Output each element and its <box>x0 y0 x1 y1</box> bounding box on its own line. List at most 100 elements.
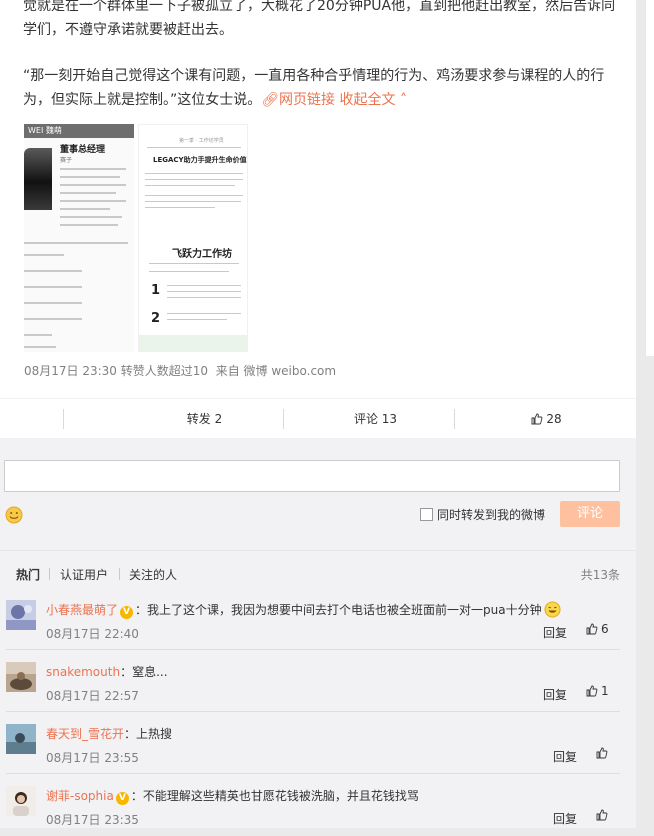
collapse-link[interactable]: 收起全文 ˄ <box>340 92 407 108</box>
share-count: 转赞人数超过10 <box>120 364 209 378</box>
avatar[interactable] <box>6 724 36 754</box>
portrait-photo <box>24 148 52 210</box>
text-line <box>145 185 235 186</box>
thumb-up-icon <box>596 809 608 821</box>
text-line <box>24 346 56 348</box>
chevron-up-icon: ˄ <box>395 92 407 108</box>
divider <box>63 409 64 429</box>
text-line <box>167 285 241 286</box>
text-line <box>145 207 215 208</box>
reply-button[interactable]: 回复 <box>543 686 567 703</box>
thumb-up-icon <box>531 413 543 425</box>
comment-button[interactable]: 评论 13 <box>296 399 455 439</box>
comment-like-button[interactable] <box>596 808 611 822</box>
post-card: 觉就是在一个群体里一下子被孤立了，大概花了20分钟PUA他，直到把他赶出教室，然… <box>0 0 636 828</box>
text-line <box>24 318 82 320</box>
text-line <box>60 200 126 202</box>
text-line <box>24 242 128 244</box>
sync-repost-checkbox[interactable] <box>420 508 433 521</box>
post-image-workshop[interactable]: 第一季 · 工作坊学员 LEGACY助力手提升生命价值 飞跃力工作坊 1 2 <box>138 124 248 352</box>
comment-like-button[interactable]: 6 <box>586 622 609 636</box>
text-line <box>145 195 243 196</box>
text-line <box>60 216 122 218</box>
repost-button[interactable]: 转发 2 <box>125 399 284 439</box>
comment-time: 08月17日 22:57 <box>46 689 139 703</box>
image-title: 董事总经理 <box>60 145 106 155</box>
text-line <box>24 270 82 272</box>
comment-like-button[interactable] <box>596 746 611 760</box>
day-number: 2 <box>151 311 161 326</box>
text-line <box>60 184 126 186</box>
text-line <box>167 291 241 292</box>
web-link[interactable]: 🔗︎网页链接 <box>261 92 335 108</box>
text-line <box>145 173 243 174</box>
emoji-grin-icon <box>544 601 561 618</box>
image-header-bar: WEI 魏萌 <box>24 124 134 138</box>
comment-username[interactable]: 小春燕最萌了 <box>46 603 118 617</box>
post-source[interactable]: 微博 weibo.com <box>244 364 337 378</box>
reply-button[interactable]: 回复 <box>553 810 577 827</box>
comment-time: 08月17日 22:40 <box>46 627 139 641</box>
like-button[interactable]: 28 <box>467 399 626 439</box>
post-image-profile[interactable]: WEI 魏萌 董事总经理 赛子 <box>24 124 134 352</box>
comment-time: 08月17日 23:55 <box>46 751 139 765</box>
emoji-smile-icon[interactable] <box>5 506 23 524</box>
post-paragraph-quote: “那一刻开始自己觉得这个课有问题，一直用各种合乎情理的行为、鸡汤要求参与课程的人… <box>23 68 605 108</box>
text-line <box>60 208 110 210</box>
text-line <box>60 168 126 170</box>
text-line <box>60 224 118 226</box>
avatar[interactable] <box>6 600 36 630</box>
comment-input[interactable] <box>4 460 620 492</box>
comment-like-button[interactable]: 1 <box>586 684 609 698</box>
divider <box>283 409 284 429</box>
post-body: 觉就是在一个群体里一下子被孤立了，大概花了20分钟PUA他，直到把他赶出教室，然… <box>23 0 623 134</box>
text-line <box>145 201 241 202</box>
right-column <box>645 0 654 356</box>
divider <box>454 409 455 429</box>
thumb-up-icon <box>586 623 598 635</box>
collect-button[interactable]: 收藏 <box>0 399 64 439</box>
link-icon: 🔗︎ <box>261 92 280 108</box>
comment-section: 同时转发到我的微博 评论 热门 认证用户 关注的人 共13条 小春燕最萌了 V ：我… <box>0 438 636 828</box>
comment-username[interactable]: snakemouth <box>46 665 120 679</box>
text-line <box>24 286 82 288</box>
comment-text: 小春燕最萌了 V ：我上了这个课，我因为想要中间去打个电话也被全班面前一对一pua十… <box>46 601 561 619</box>
text-line <box>24 302 82 304</box>
tab-divider <box>119 568 120 580</box>
workshop-title: 飞跃力工作坊 <box>172 249 232 260</box>
thumb-up-icon <box>586 685 598 697</box>
avatar[interactable] <box>6 662 36 692</box>
thumb-up-icon <box>596 747 608 759</box>
comment-username[interactable]: 谢菲-sophia <box>46 789 114 803</box>
image-top-text: 第一季 · 工作坊学员 <box>179 138 224 144</box>
weibo-page: 觉就是在一个群体里一下子被孤立了，大概花了20分钟PUA他，直到把他赶出教室，然… <box>0 0 654 828</box>
text-line <box>149 271 229 272</box>
reply-button[interactable]: 回复 <box>543 624 567 641</box>
text-line <box>60 192 116 194</box>
tab-hot[interactable]: 热门 <box>16 566 40 583</box>
tab-divider <box>49 568 50 580</box>
day-number: 1 <box>151 283 161 298</box>
image-footer <box>139 335 247 351</box>
post-time[interactable]: 08月17日 23:30 <box>24 364 117 378</box>
comment-text: 春天到_雪花开：上热搜 <box>46 727 173 741</box>
text-line <box>60 176 120 178</box>
text-line <box>24 334 52 336</box>
reply-button[interactable]: 回复 <box>553 748 577 765</box>
sync-repost-label: 同时转发到我的微博 <box>437 508 546 522</box>
tab-following[interactable]: 关注的人 <box>129 566 177 583</box>
comment-username[interactable]: 春天到_雪花开 <box>46 727 124 741</box>
comment-row: 小春燕最萌了 V ：我上了这个课，我因为想要中间去打个电话也被全班面前一对一pua十… <box>0 588 636 650</box>
divider-line <box>147 147 241 148</box>
avatar[interactable] <box>6 786 36 816</box>
comment-row: 春天到_雪花开：上热搜 08月17日 23:55 回复 <box>0 712 636 774</box>
text-line <box>149 263 239 264</box>
text-line <box>167 297 241 298</box>
text-line <box>145 179 243 180</box>
tab-verified[interactable]: 认证用户 <box>60 566 108 583</box>
submit-comment-button[interactable]: 评论 <box>560 501 620 527</box>
action-bar: 收藏 转发 2 评论 13 28 <box>0 398 636 440</box>
image-title: LEGACY助力手提升生命价值 <box>153 156 247 164</box>
text-line <box>24 254 64 256</box>
comment-total: 共13条 <box>580 568 620 582</box>
